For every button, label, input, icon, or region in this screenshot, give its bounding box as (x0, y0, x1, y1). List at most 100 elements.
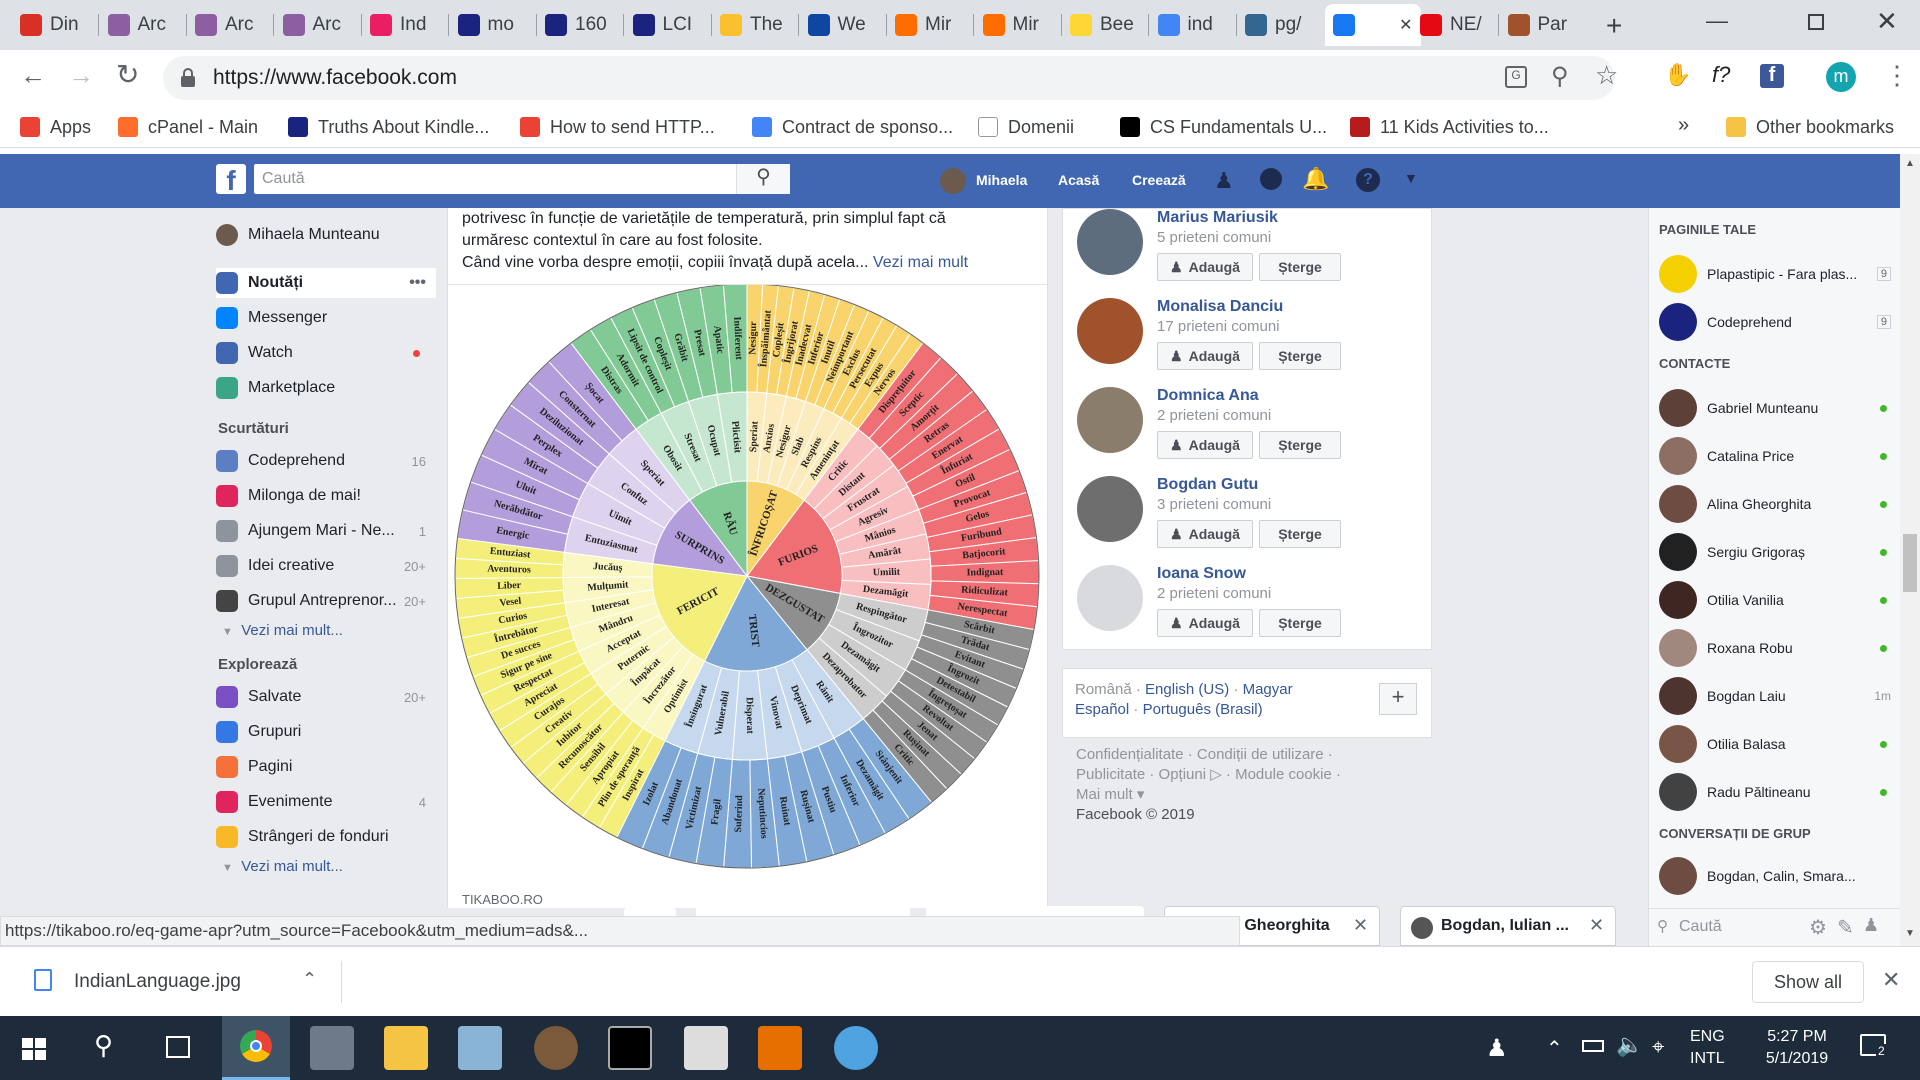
more-options-icon[interactable]: ••• (409, 274, 426, 292)
footer-links[interactable]: Publicitate · Opțiuni ▷ · Module cookie … (1076, 765, 1426, 785)
fb-user-name[interactable]: Mihaela (976, 172, 1027, 188)
page-item[interactable]: Codeprehend 9 (1659, 302, 1891, 342)
scroll-thumb[interactable] (1903, 534, 1917, 592)
fb-create-link[interactable]: Creează (1132, 172, 1186, 188)
restore-button[interactable] (1808, 14, 1824, 30)
add-friend-button[interactable]: ♟ Adaugă (1157, 342, 1253, 370)
omnibox[interactable]: https://www.facebook.com G ⚲ ☆ (163, 56, 1618, 100)
person-name[interactable]: Monalisa Danciu (1157, 298, 1283, 316)
explore-item[interactable]: Grupuri (216, 717, 436, 747)
contact-item[interactable]: Gabriel Munteanu (1659, 388, 1891, 428)
language-link[interactable]: English (US) (1145, 681, 1229, 698)
profile-link[interactable]: Mihaela Munteanu (216, 220, 436, 250)
browser-tab[interactable]: The (712, 4, 796, 46)
browser-tab[interactable]: ✕ (1324, 4, 1421, 46)
footer-more[interactable]: Mai mult ▾ (1076, 785, 1426, 805)
notepad-taskbar-icon[interactable] (458, 1026, 502, 1070)
java-taskbar-icon[interactable] (758, 1026, 802, 1070)
menu-icon[interactable]: ⋮ (1884, 60, 1910, 91)
paint-taskbar-icon[interactable] (834, 1026, 878, 1070)
extension-formula-icon[interactable]: f? (1712, 62, 1730, 88)
close-window-button[interactable]: ✕ (1876, 6, 1898, 37)
group-conversation-item[interactable]: Bogdan, Calin, Smara... (1659, 856, 1891, 896)
browser-tab[interactable]: 160 (537, 4, 621, 46)
back-icon[interactable]: ← (20, 60, 46, 91)
facebook-extension-icon[interactable]: f (1760, 64, 1784, 88)
avatar[interactable] (1077, 387, 1143, 453)
bookmark-item[interactable]: CS Fundamentals U... (1120, 114, 1327, 140)
forward-icon[interactable]: → (68, 60, 94, 91)
wifi-icon[interactable]: ⌖ (1652, 1034, 1664, 1060)
footer-links[interactable]: Confidențialitate · Condiții de utilizar… (1076, 745, 1426, 765)
close-icon[interactable]: ✕ (1353, 915, 1368, 936)
add-group-icon[interactable]: ♟ (1863, 915, 1879, 936)
contact-item[interactable]: Otilia Balasa (1659, 724, 1891, 764)
photos-taskbar-icon[interactable] (684, 1026, 728, 1070)
notifications-icon[interactable]: 🔔 (1302, 166, 1329, 192)
browser-tab[interactable]: Ind (362, 4, 446, 46)
terminal-taskbar-icon[interactable] (310, 1026, 354, 1070)
nav-item[interactable]: Messenger (216, 303, 436, 333)
explore-item[interactable]: Salvate 20+ (216, 682, 436, 712)
messenger-icon[interactable] (1260, 168, 1282, 190)
friend-requests-icon[interactable]: ♟ (1214, 168, 1234, 194)
bookmark-item[interactable]: Truths About Kindle... (288, 114, 489, 140)
scroll-up-arrow[interactable]: ▲ (1905, 158, 1915, 169)
explore-item[interactable]: Pagini (216, 752, 436, 782)
language-link[interactable]: Português (Brasil) (1143, 701, 1263, 718)
language-link[interactable]: Español (1075, 701, 1129, 718)
browser-tab[interactable]: mo (450, 4, 534, 46)
contact-item[interactable]: Roxana Robu (1659, 628, 1891, 668)
add-language-button[interactable]: + (1379, 683, 1417, 715)
chat-tab[interactable]: Bogdan, Iulian ... ✕ (1400, 906, 1616, 946)
avatar[interactable] (1077, 298, 1143, 364)
gear-icon[interactable]: ⚙ (1809, 915, 1827, 940)
bookmark-star-icon[interactable]: ☆ (1595, 60, 1618, 91)
browser-tab[interactable]: pg/ (1237, 4, 1321, 46)
profile-avatar[interactable]: m (1826, 62, 1856, 92)
language-link[interactable]: Magyar (1243, 681, 1293, 698)
add-friend-button[interactable]: ♟ Adaugă (1157, 431, 1253, 459)
contact-item[interactable]: Bogdan Laiu 1m (1659, 676, 1891, 716)
minimize-button[interactable]: — (1706, 8, 1728, 34)
account-dropdown-icon[interactable]: ▼ (1404, 170, 1418, 186)
link-source[interactable]: TIKABOO.RO (462, 892, 543, 907)
clock[interactable]: 5:27 PM 5/1/2019 (1752, 1026, 1842, 1070)
other-bookmarks[interactable]: Other bookmarks (1726, 114, 1894, 140)
bookmark-item[interactable]: cPanel - Main (118, 114, 258, 140)
remove-suggestion-button[interactable]: Șterge (1259, 431, 1341, 459)
extension-hand-icon[interactable]: ✋ (1664, 62, 1691, 88)
add-friend-button[interactable]: ♟ Adaugă (1157, 609, 1253, 637)
add-friend-button[interactable]: ♟ Adaugă (1157, 520, 1253, 548)
shortcut-item[interactable]: Codeprehend 16 (216, 446, 436, 476)
browser-tab[interactable]: Arc (100, 4, 184, 46)
close-tab-icon[interactable]: ✕ (1399, 15, 1412, 35)
bookmark-item[interactable]: How to send HTTP... (520, 114, 715, 140)
cmd-taskbar-icon[interactable] (608, 1026, 652, 1070)
person-name[interactable]: Ioana Snow (1157, 565, 1246, 583)
nav-item[interactable]: Watch (216, 338, 436, 368)
contact-item[interactable]: Otilia Vanilia (1659, 580, 1891, 620)
nav-item[interactable]: Marketplace (216, 373, 436, 403)
avatar[interactable] (1077, 476, 1143, 542)
explore-item[interactable]: Strângeri de fonduri (216, 822, 436, 852)
url-text[interactable]: https://www.facebook.com (213, 66, 457, 90)
bookmark-item[interactable]: Domenii (978, 114, 1074, 140)
bookmarks-overflow[interactable]: » (1678, 114, 1689, 137)
bookmark-item[interactable]: 11 Kids Activities to... (1350, 114, 1549, 140)
file-explorer-icon[interactable] (384, 1026, 428, 1070)
task-view-icon[interactable] (166, 1036, 190, 1058)
settings-taskbar-icon[interactable] (534, 1026, 578, 1070)
contact-item[interactable]: Alina Gheorghita (1659, 484, 1891, 524)
explore-item[interactable]: Evenimente 4 (216, 787, 436, 817)
see-more-shortcuts[interactable]: ▼ Vezi mai mult... (222, 622, 343, 639)
person-name[interactable]: Marius Mariusik (1157, 209, 1278, 227)
browser-tab[interactable]: We (800, 4, 884, 46)
nav-item[interactable]: Noutăți ••• (216, 268, 436, 298)
browser-tab[interactable]: Mir (887, 4, 971, 46)
contact-item[interactable]: Radu Păltineanu (1659, 772, 1891, 812)
bookmark-item[interactable]: Contract de sponso... (752, 114, 953, 140)
browser-tab[interactable]: ind (1150, 4, 1234, 46)
language-indicator[interactable]: ENG INTL (1690, 1026, 1725, 1070)
people-icon[interactable]: ♟ (1486, 1034, 1508, 1063)
